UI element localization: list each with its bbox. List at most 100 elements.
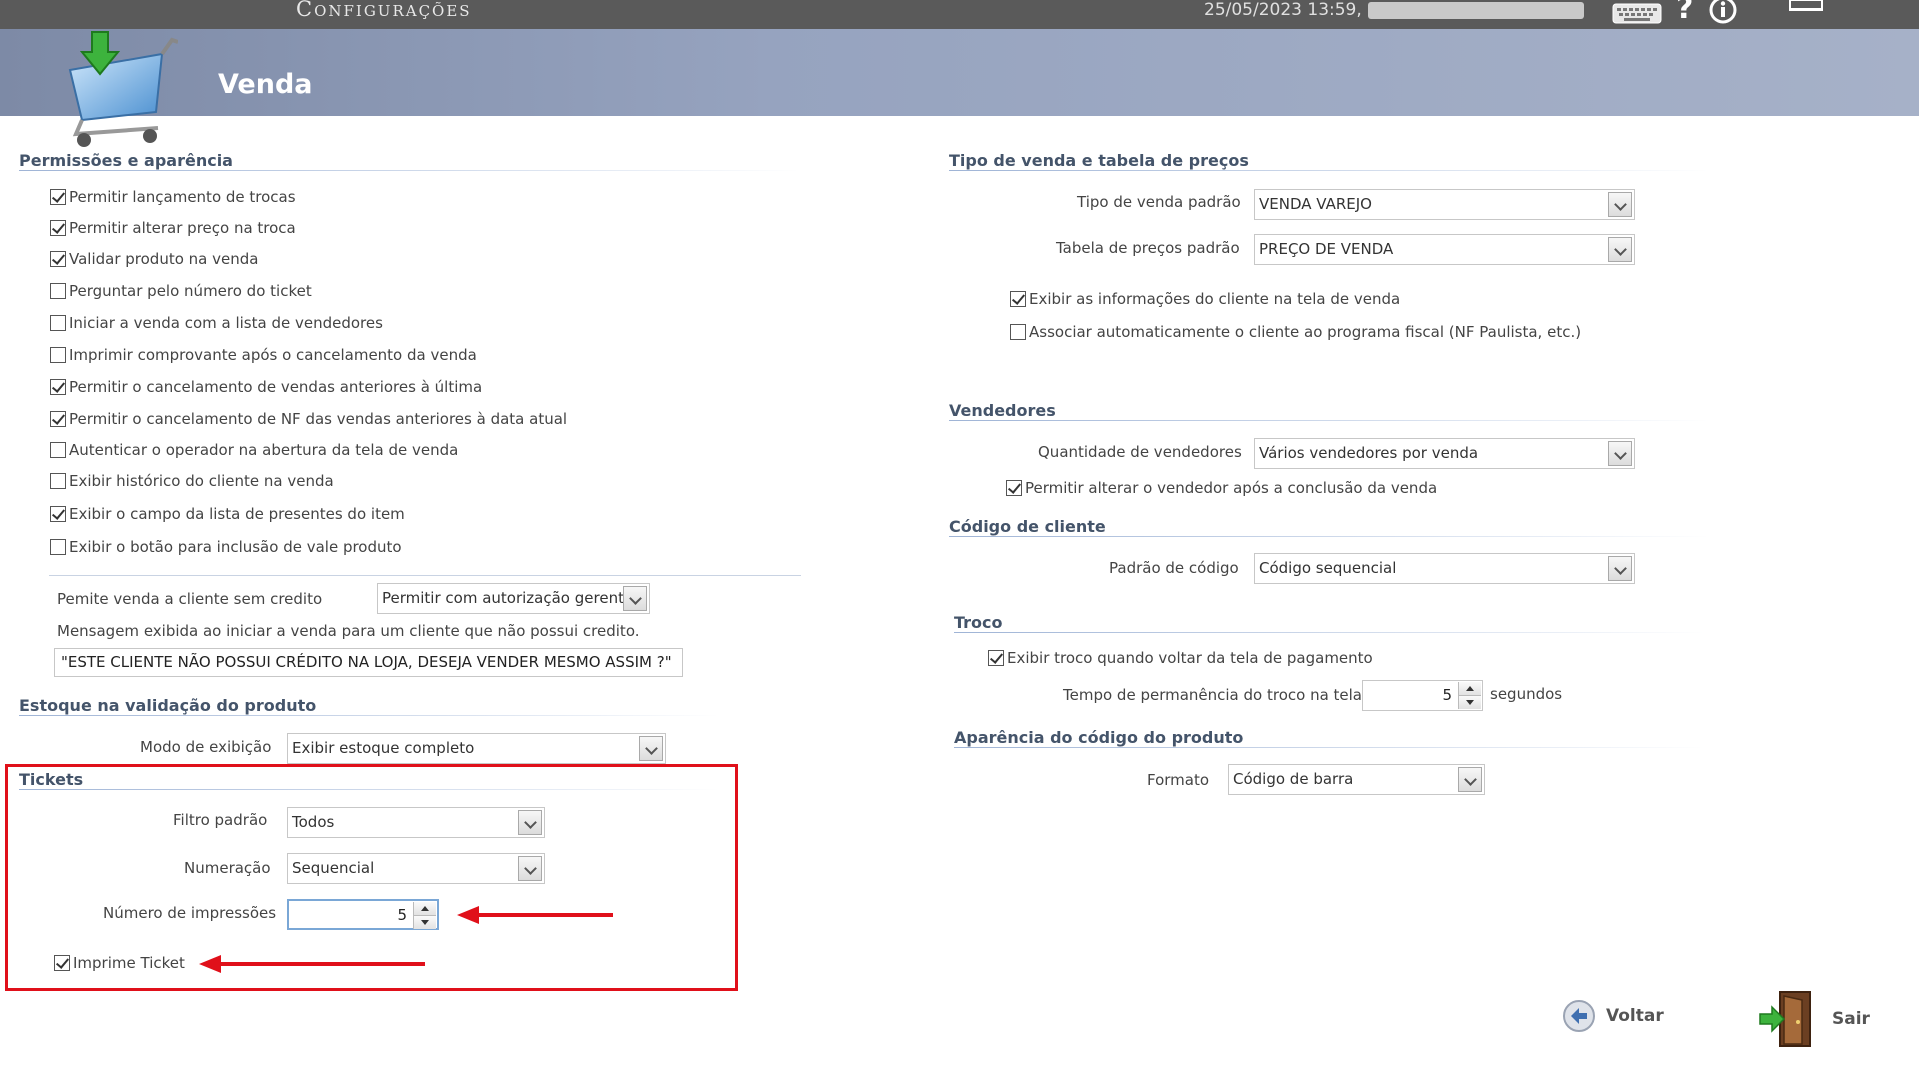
stepper-buttons[interactable] [413,902,436,929]
checkbox-label: Exibir o campo da lista de presentes do … [69,505,405,523]
chevron-down-icon[interactable] [518,856,542,881]
app-title: Configurações [296,0,472,21]
checkbox[interactable] [50,539,66,555]
tempo-unit-label: segundos [1490,685,1563,703]
checkbox-label: Validar produto na venda [69,250,259,268]
tempo-permanencia-stepper[interactable]: 5 [1362,680,1483,711]
checkbox-label: Iniciar a venda com a lista de vendedore… [69,314,383,332]
section-permissoes-title: Permissões e aparência [19,151,233,170]
checkbox[interactable] [1006,480,1022,496]
checkbox[interactable] [50,473,66,489]
checkbox-associar-programa-fiscal[interactable]: Associar automaticamente o cliente ao pr… [1010,321,1581,343]
checkbox[interactable] [50,283,66,299]
checkbox[interactable] [988,650,1004,666]
stepper-buttons[interactable] [1458,682,1481,709]
tipo-venda-label: Tipo de venda padrão [1077,193,1241,211]
filtro-padrao-value: Todos [292,813,335,831]
checkbox[interactable] [50,506,66,522]
checkbox[interactable] [50,442,66,458]
checkbox-lista-vendedores[interactable]: Iniciar a venda com a lista de vendedore… [50,312,383,334]
divider [49,575,801,576]
checkbox-label: Associar automaticamente o cliente ao pr… [1029,323,1582,341]
checkbox-vale-produto[interactable]: Exibir o botão para inclusão de vale pro… [50,536,402,558]
quantidade-vendedores-select[interactable]: Vários vendedores por venda [1254,438,1635,469]
help-icon[interactable]: ? [1676,0,1698,24]
page-header: Venda [0,29,1919,116]
voltar-button[interactable]: Voltar [1562,999,1664,1033]
tempo-permanencia-value: 5 [1442,686,1452,704]
tabela-precos-select[interactable]: PREÇO DE VENDA [1254,234,1635,265]
checkbox-label: Permitir o cancelamento de vendas anteri… [69,378,483,396]
chevron-down-icon[interactable] [1608,192,1632,217]
checkbox-label: Permitir alterar preço na troca [69,219,296,237]
checkbox-cancelamento-nf[interactable]: Permitir o cancelamento de NF das vendas… [50,408,567,430]
checkbox-permitir-alterar-vendedor[interactable]: Permitir alterar o vendedor após a concl… [1006,477,1437,499]
checkbox[interactable] [1010,291,1026,307]
padrao-codigo-value: Código sequencial [1259,559,1397,577]
checkbox-lista-presentes[interactable]: Exibir o campo da lista de presentes do … [50,503,405,525]
tabela-precos-value: PREÇO DE VENDA [1259,240,1394,258]
user-name-box [1368,2,1584,19]
checkbox-label: Imprime Ticket [73,954,185,972]
padrao-codigo-select[interactable]: Código sequencial [1254,553,1635,584]
checkbox[interactable] [1010,324,1026,340]
checkbox-imprimir-comprovante[interactable]: Imprimir comprovante após o cancelamento… [50,344,477,366]
decrement-icon[interactable] [414,916,436,929]
checkbox-validar-produto[interactable]: Validar produto na venda [50,248,258,270]
info-icon[interactable] [1709,0,1737,24]
decrement-icon[interactable] [1459,696,1481,709]
formato-select[interactable]: Código de barra [1228,764,1485,795]
checkbox[interactable] [50,411,66,427]
checkbox[interactable] [50,251,66,267]
checkbox-exibir-info-cliente[interactable]: Exibir as informações do cliente na tela… [1010,288,1400,310]
checkbox[interactable] [54,955,70,971]
tipo-venda-select[interactable]: VENDA VAREJO [1254,189,1635,220]
chevron-down-icon[interactable] [1458,767,1482,792]
quantidade-vendedores-value: Vários vendedores por venda [1259,444,1479,462]
checkbox-historico-cliente[interactable]: Exibir histórico do cliente na venda [50,470,334,492]
checkbox[interactable] [50,347,66,363]
checkbox-cancelamento-vendas[interactable]: Permitir o cancelamento de vendas anteri… [50,376,482,398]
section-aparencia-title: Aparência do código do produto [954,728,1244,747]
chevron-down-icon[interactable] [1608,556,1632,581]
checkbox-permitir-trocas[interactable]: Permitir lançamento de trocas [50,186,296,208]
chevron-down-icon[interactable] [623,586,647,611]
section-divider [19,170,799,171]
checkbox-autenticar-operador[interactable]: Autenticar o operador na abertura da tel… [50,439,458,461]
checkbox[interactable] [50,220,66,236]
chevron-down-icon[interactable] [518,810,542,835]
checkbox-imprime-ticket[interactable]: Imprime Ticket [54,952,185,974]
section-estoque-title: Estoque na validação do produto [19,696,317,715]
formato-label: Formato [1147,771,1210,789]
credito-label: Pemite venda a cliente sem credito [57,590,323,608]
minimize-icon[interactable] [1788,0,1824,14]
modo-exibicao-label: Modo de exibição [140,738,272,756]
section-codigo-cliente-title: Código de cliente [949,517,1106,536]
increment-icon[interactable] [414,902,436,916]
chevron-down-icon[interactable] [639,736,663,761]
checkbox-exibir-troco[interactable]: Exibir troco quando voltar da tela de pa… [988,647,1373,669]
checkbox[interactable] [50,189,66,205]
mensagem-input[interactable]: "ESTE CLIENTE NÃO POSSUI CRÉDITO NA LOJA… [54,648,683,677]
checkbox-label: Exibir troco quando voltar da tela de pa… [1007,649,1373,667]
checkbox[interactable] [50,315,66,331]
red-arrow-icon [457,906,613,924]
numeracao-select[interactable]: Sequencial [287,853,545,884]
chevron-down-icon[interactable] [1608,441,1632,466]
checkbox-alterar-preco-troca[interactable]: Permitir alterar preço na troca [50,217,296,239]
tipo-venda-value: VENDA VAREJO [1259,195,1372,213]
page-title: Venda [218,69,313,100]
keyboard-icon[interactable] [1612,2,1662,24]
section-tickets-title: Tickets [19,770,84,789]
checkbox-perguntar-ticket[interactable]: Perguntar pelo número do ticket [50,280,312,302]
filtro-padrao-select[interactable]: Todos [287,807,545,838]
sair-button[interactable]: Sair [1758,988,1870,1050]
chevron-down-icon[interactable] [1608,237,1632,262]
increment-icon[interactable] [1459,682,1481,696]
modo-exibicao-select[interactable]: Exibir estoque completo [287,733,666,764]
voltar-label: Voltar [1606,1006,1664,1026]
credito-select[interactable]: Permitir com autorização gerente [377,583,650,614]
checkbox[interactable] [50,379,66,395]
tabela-precos-label: Tabela de preços padrão [1056,239,1240,257]
numero-impressoes-stepper[interactable]: 5 [287,899,439,930]
